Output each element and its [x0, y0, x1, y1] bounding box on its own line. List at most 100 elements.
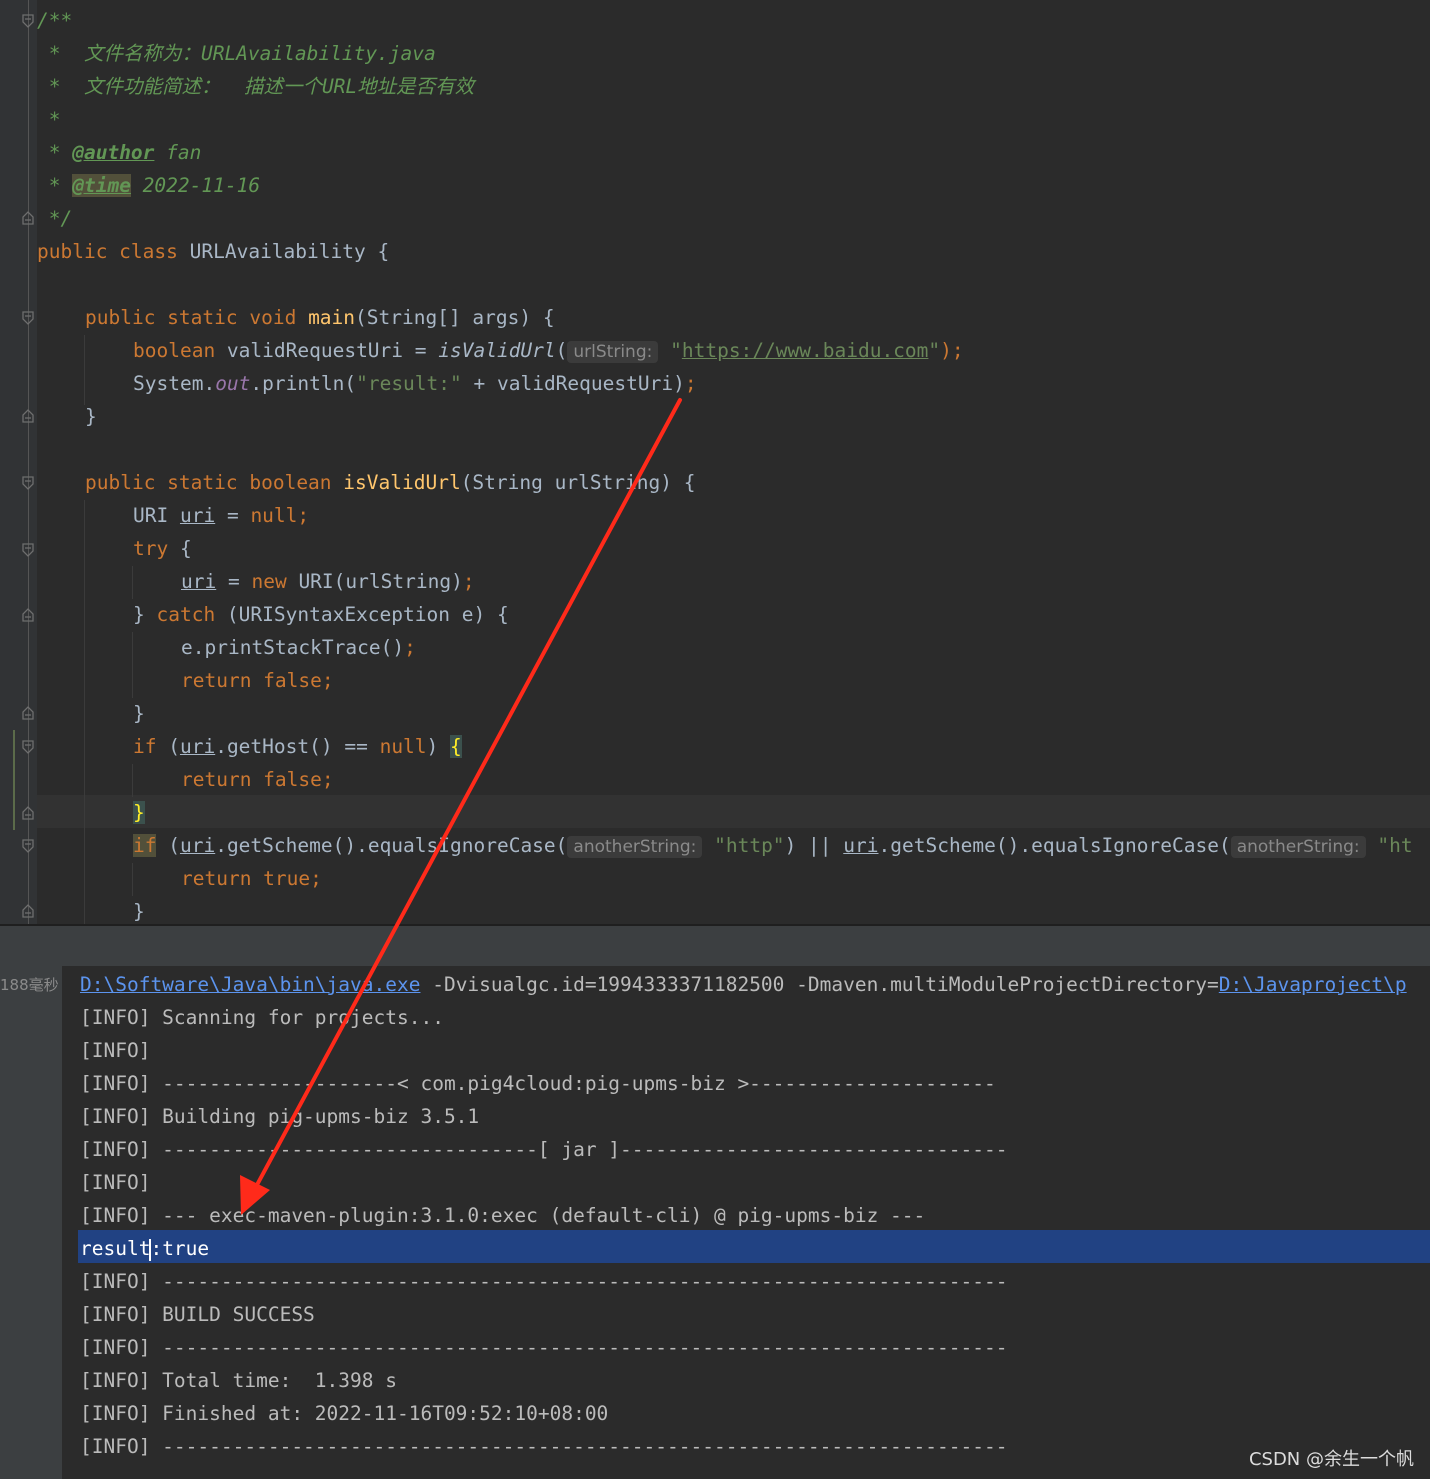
code-text: )	[426, 735, 451, 758]
console-line[interactable]: [INFO] Scanning for projects...	[80, 1001, 444, 1034]
code-text: }	[133, 603, 157, 626]
code-editor[interactable]: /** * 文件名称为：URLAvailability.java * 文件功能简…	[0, 0, 1430, 924]
code-line[interactable]: return false;	[181, 763, 334, 796]
code-line[interactable]: }	[85, 400, 97, 433]
fold-icon[interactable]	[22, 740, 34, 754]
matched-brace: }	[133, 801, 145, 824]
code-text: validRequestUri =	[215, 339, 439, 362]
console-result-line[interactable]: result:true	[80, 1232, 209, 1265]
fold-icon[interactable]	[22, 211, 34, 225]
console-line[interactable]: [INFO] ---------------------------------…	[80, 1430, 1007, 1463]
code-line[interactable]: /**	[37, 4, 72, 37]
fold-icon[interactable]	[22, 806, 34, 820]
code-text: ) ||	[784, 834, 844, 857]
code-line[interactable]: } catch (URISyntaxException e) {	[133, 598, 509, 631]
string-literal: "ht	[1377, 834, 1413, 857]
code-line[interactable]: */	[37, 202, 73, 235]
comment-text: * 文件名称为：URLAvailability.java	[37, 42, 436, 65]
console-line[interactable]: [INFO] BUILD SUCCESS	[80, 1298, 315, 1331]
code-line[interactable]: return false;	[181, 664, 334, 697]
fold-icon[interactable]	[22, 14, 34, 28]
current-line-highlight	[37, 795, 1430, 828]
comment-text: *	[37, 141, 73, 164]
console-text: result	[80, 1237, 151, 1260]
keyword: if	[133, 735, 157, 758]
java-path-link[interactable]: D:\Software\Java\bin\java.exe	[80, 973, 420, 996]
code-text: (URISyntaxException e) {	[215, 603, 509, 626]
fold-icon[interactable]	[22, 409, 34, 423]
code-line[interactable]: try {	[133, 532, 192, 565]
code-text: (	[156, 735, 180, 758]
code-text: ;	[404, 636, 416, 659]
console-line[interactable]: [INFO]	[80, 1166, 150, 1199]
class-name: URLAvailability {	[177, 240, 390, 263]
comment-text: 2022-11-16	[130, 174, 261, 197]
console-text: :true	[150, 1237, 210, 1260]
string-literal: "result:"	[356, 372, 462, 395]
code-text: }	[85, 405, 97, 428]
console-line[interactable]: [INFO] --------------------< com.pig4clo…	[80, 1067, 996, 1100]
code-line[interactable]: public static void main(String[] args) {	[85, 301, 555, 334]
code-line[interactable]: if (uri.getScheme().equalsIgnoreCase(ano…	[133, 829, 1413, 862]
matched-brace: {	[450, 735, 462, 758]
variable: uri	[179, 504, 216, 527]
console-line[interactable]: [INFO] Finished at: 2022-11-16T09:52:10+…	[80, 1397, 608, 1430]
static-field: out	[215, 372, 251, 395]
code-line[interactable]: if (uri.getHost() == null) {	[133, 730, 462, 763]
run-tool-window-header[interactable]	[0, 926, 1430, 966]
run-console[interactable]: 188毫秒 D:\Software\Java\bin\java.exe -Dvi…	[0, 966, 1430, 1479]
editor-gutter	[0, 0, 37, 924]
code-text: }	[133, 702, 145, 725]
code-line[interactable]: return true;	[181, 862, 322, 895]
parameter-hint: anotherString:	[567, 836, 703, 858]
console-line[interactable]: [INFO]	[80, 1034, 150, 1067]
string-literal: "	[670, 339, 682, 362]
code-line[interactable]: }	[133, 697, 145, 730]
code-line[interactable]: }	[133, 796, 145, 829]
console-line[interactable]: [INFO] --- exec-maven-plugin:3.1.0:exec …	[80, 1199, 925, 1232]
project-path-link[interactable]: D:\Javaproject\p	[1219, 973, 1407, 996]
console-line[interactable]: [INFO] Building pig-upms-biz 3.5.1	[80, 1100, 479, 1133]
code-line[interactable]: * 文件功能简述： 描述一个URL地址是否有效	[37, 70, 474, 103]
fold-icon[interactable]	[22, 543, 34, 557]
code-line[interactable]: }	[133, 895, 145, 924]
gutter-fold-line	[28, 0, 29, 924]
fold-icon[interactable]	[22, 839, 34, 853]
code-line[interactable]: * @author fan	[37, 136, 202, 169]
console-line[interactable]: [INFO] Total time: 1.398 s	[80, 1364, 397, 1397]
fold-icon[interactable]	[22, 706, 34, 720]
console-line[interactable]: [INFO] ---------------------------------…	[80, 1331, 1007, 1364]
keyword: public class	[37, 240, 178, 263]
comment-text: fan	[154, 141, 202, 164]
keyword: return true;	[181, 867, 322, 890]
fold-icon[interactable]	[22, 311, 34, 325]
execution-time-label: 188毫秒	[0, 976, 59, 994]
keyword: return false;	[181, 669, 334, 692]
url-link[interactable]: https://www.baidu.com	[682, 339, 929, 362]
console-line[interactable]: [INFO] --------------------------------[…	[80, 1133, 1007, 1166]
code-line[interactable]: public static boolean isValidUrl(String …	[85, 466, 696, 499]
code-text: ;	[684, 372, 697, 395]
string-literal: "http"	[714, 834, 785, 857]
keyword: if	[133, 834, 157, 857]
fold-icon[interactable]	[22, 476, 34, 490]
fold-icon[interactable]	[22, 904, 34, 918]
variable: uri	[179, 834, 216, 857]
code-line[interactable]: URI uri = null;	[133, 499, 309, 532]
code-line[interactable]: uri = new URI(urlString);	[181, 565, 475, 598]
code-line[interactable]: *	[37, 103, 61, 136]
code-line[interactable]: * 文件名称为：URLAvailability.java	[37, 37, 436, 70]
code-line[interactable]: public class URLAvailability {	[37, 235, 389, 268]
indent-guide	[132, 566, 133, 599]
keyword: catch	[156, 603, 216, 626]
code-text: + validRequestUri)	[461, 372, 685, 395]
method-call: isValidUrl	[438, 339, 556, 362]
console-line[interactable]: [INFO] ---------------------------------…	[80, 1265, 1007, 1298]
code-line[interactable]: e.printStackTrace();	[181, 631, 416, 664]
fold-icon[interactable]	[22, 608, 34, 622]
console-line[interactable]: D:\Software\Java\bin\java.exe -Dvisualgc…	[80, 968, 1407, 1001]
code-line[interactable]: * @time 2022-11-16	[37, 169, 260, 202]
code-line[interactable]: boolean validRequestUri = isValidUrl(url…	[133, 334, 964, 367]
code-line[interactable]: System.out.println("result:" + validRequ…	[133, 367, 697, 400]
console-text: -Dvisualgc.id=1994333371182500 -Dmaven.m…	[420, 973, 1219, 996]
